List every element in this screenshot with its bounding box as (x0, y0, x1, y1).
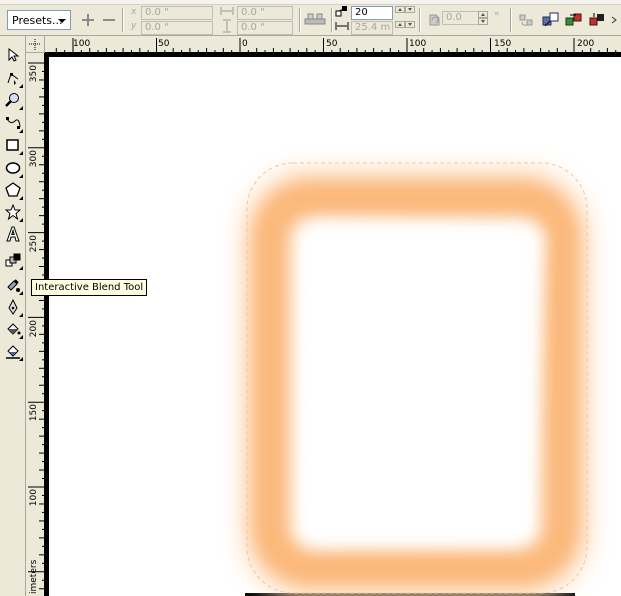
text-tool-icon (6, 226, 20, 242)
star-tool[interactable] (3, 202, 23, 222)
steps-increment-button[interactable] (395, 6, 405, 13)
tool-tooltip: Interactive Blend Tool (31, 279, 148, 296)
flyout-indicator (19, 357, 23, 361)
ruler-tick-label: 0 (242, 39, 248, 49)
chevron-down-icon (58, 19, 66, 23)
start-end-properties-button[interactable] (587, 10, 607, 30)
eyedropper-tool[interactable] (3, 275, 23, 295)
menu-strip-edge (0, 0, 621, 5)
start-end-properties-icon (589, 13, 604, 26)
zoom-tool[interactable] (3, 90, 23, 110)
ruler-tick-label: 200 (29, 320, 39, 337)
object-position-icon (304, 13, 326, 25)
offset-x-field[interactable]: 0.0 " (141, 6, 213, 20)
flyout-indicator (19, 84, 23, 88)
presets-label: Presets... (12, 14, 63, 27)
direction-decrement-button[interactable] (478, 18, 488, 25)
width-icon (218, 4, 236, 18)
blend-object[interactable] (45, 53, 621, 596)
ellipse-tool[interactable] (3, 158, 23, 178)
shape-tool[interactable] (3, 68, 23, 88)
pick-tool[interactable] (3, 45, 23, 65)
separator (122, 8, 124, 32)
flyout-indicator (19, 218, 23, 222)
ruler-tick-label: 150 (29, 404, 39, 421)
horizontal-ruler[interactable]: 100 50 0 50 100 150 200 (45, 36, 621, 53)
polygon-tool[interactable] (3, 180, 23, 200)
property-bar-overflow[interactable] (609, 8, 621, 32)
steps-decrement-button[interactable] (405, 6, 415, 13)
flyout-indicator (19, 129, 23, 133)
separator (510, 8, 512, 32)
outline-pen-tool[interactable] (3, 297, 23, 317)
ruler-tick-label: 300 (29, 150, 39, 167)
ruler-tick-label: 200 (577, 39, 594, 49)
height-icon (218, 19, 236, 33)
object-acceleration-icon (542, 12, 559, 27)
y-axis-label: y (131, 21, 137, 31)
flyout-indicator (19, 151, 23, 155)
flyout-indicator (19, 291, 23, 295)
blend-steps-icon (334, 4, 350, 18)
flyout-indicator (19, 266, 23, 270)
blend-interior (307, 223, 542, 545)
ruler-tick-label: 100 (29, 489, 39, 506)
offset-y-field[interactable]: 0.0 " (141, 21, 213, 35)
loop-blend-button[interactable] (516, 10, 536, 30)
blend-steps-field[interactable]: 20 (351, 6, 393, 20)
loop-blend-icon (519, 14, 533, 26)
remove-preset-button[interactable] (99, 10, 119, 30)
ruler-tick-label: 250 (29, 235, 39, 252)
freehand-tool[interactable] (3, 113, 23, 133)
interactive-blend-tool[interactable] (3, 250, 23, 270)
text-tool[interactable] (3, 224, 23, 244)
toolbox (0, 36, 26, 596)
object-position-button[interactable] (303, 8, 327, 28)
size-width-field[interactable]: 0.0 " (237, 6, 293, 20)
ruler-unit-label: imeters (29, 559, 39, 594)
color-blend-icon (565, 13, 582, 26)
separator (419, 8, 421, 32)
presets-dropdown[interactable]: Presets... (7, 10, 71, 30)
spacing-decrement-button[interactable] (405, 21, 415, 28)
pick-tool-icon (8, 47, 20, 62)
plus-icon (82, 14, 94, 26)
blend-spacing-icon (334, 19, 350, 33)
ruler-tick-label: 50 (158, 39, 170, 49)
size-height-field[interactable]: 0.0 " (237, 21, 293, 35)
minus-icon (103, 19, 115, 21)
flyout-indicator (19, 335, 23, 339)
flyout-indicator (19, 106, 23, 110)
color-blend-button[interactable] (564, 10, 584, 30)
separator (331, 8, 333, 32)
ruler-tick-label: 150 (494, 39, 511, 49)
spacing-increment-button[interactable] (395, 21, 405, 28)
add-preset-button[interactable] (78, 10, 98, 30)
flyout-indicator (19, 196, 23, 200)
ruler-tick-label: 50 (326, 39, 338, 49)
interactive-fill-tool[interactable] (3, 341, 23, 361)
ruler-tick-label: 100 (73, 39, 90, 49)
blend-spacing-field[interactable]: 25.4 m (351, 21, 393, 35)
object-acceleration-button[interactable] (541, 10, 561, 30)
rectangle-tool[interactable] (3, 135, 23, 155)
fill-tool[interactable] (3, 319, 23, 339)
x-axis-label: x (131, 7, 137, 17)
ruler-origin-corner[interactable] (26, 36, 45, 53)
ruler-tick-label: 350 (29, 65, 39, 82)
ruler-tick-label: 100 (409, 39, 426, 49)
ruler-origin-icon (29, 39, 41, 50)
flyout-indicator (19, 313, 23, 317)
blend-direction-icon (424, 10, 444, 30)
flyout-indicator (19, 174, 23, 178)
drawing-canvas[interactable] (45, 53, 621, 596)
vertical-ruler[interactable]: 350 300 250 200 150 100 imeters (26, 53, 45, 596)
direction-increment-button[interactable] (478, 11, 488, 18)
degree-symbol: ° (494, 10, 500, 23)
separator (299, 8, 301, 32)
property-bar: Presets... x y 0.0 " 0.0 " 0.0 " 0.0 " 2… (0, 0, 621, 36)
